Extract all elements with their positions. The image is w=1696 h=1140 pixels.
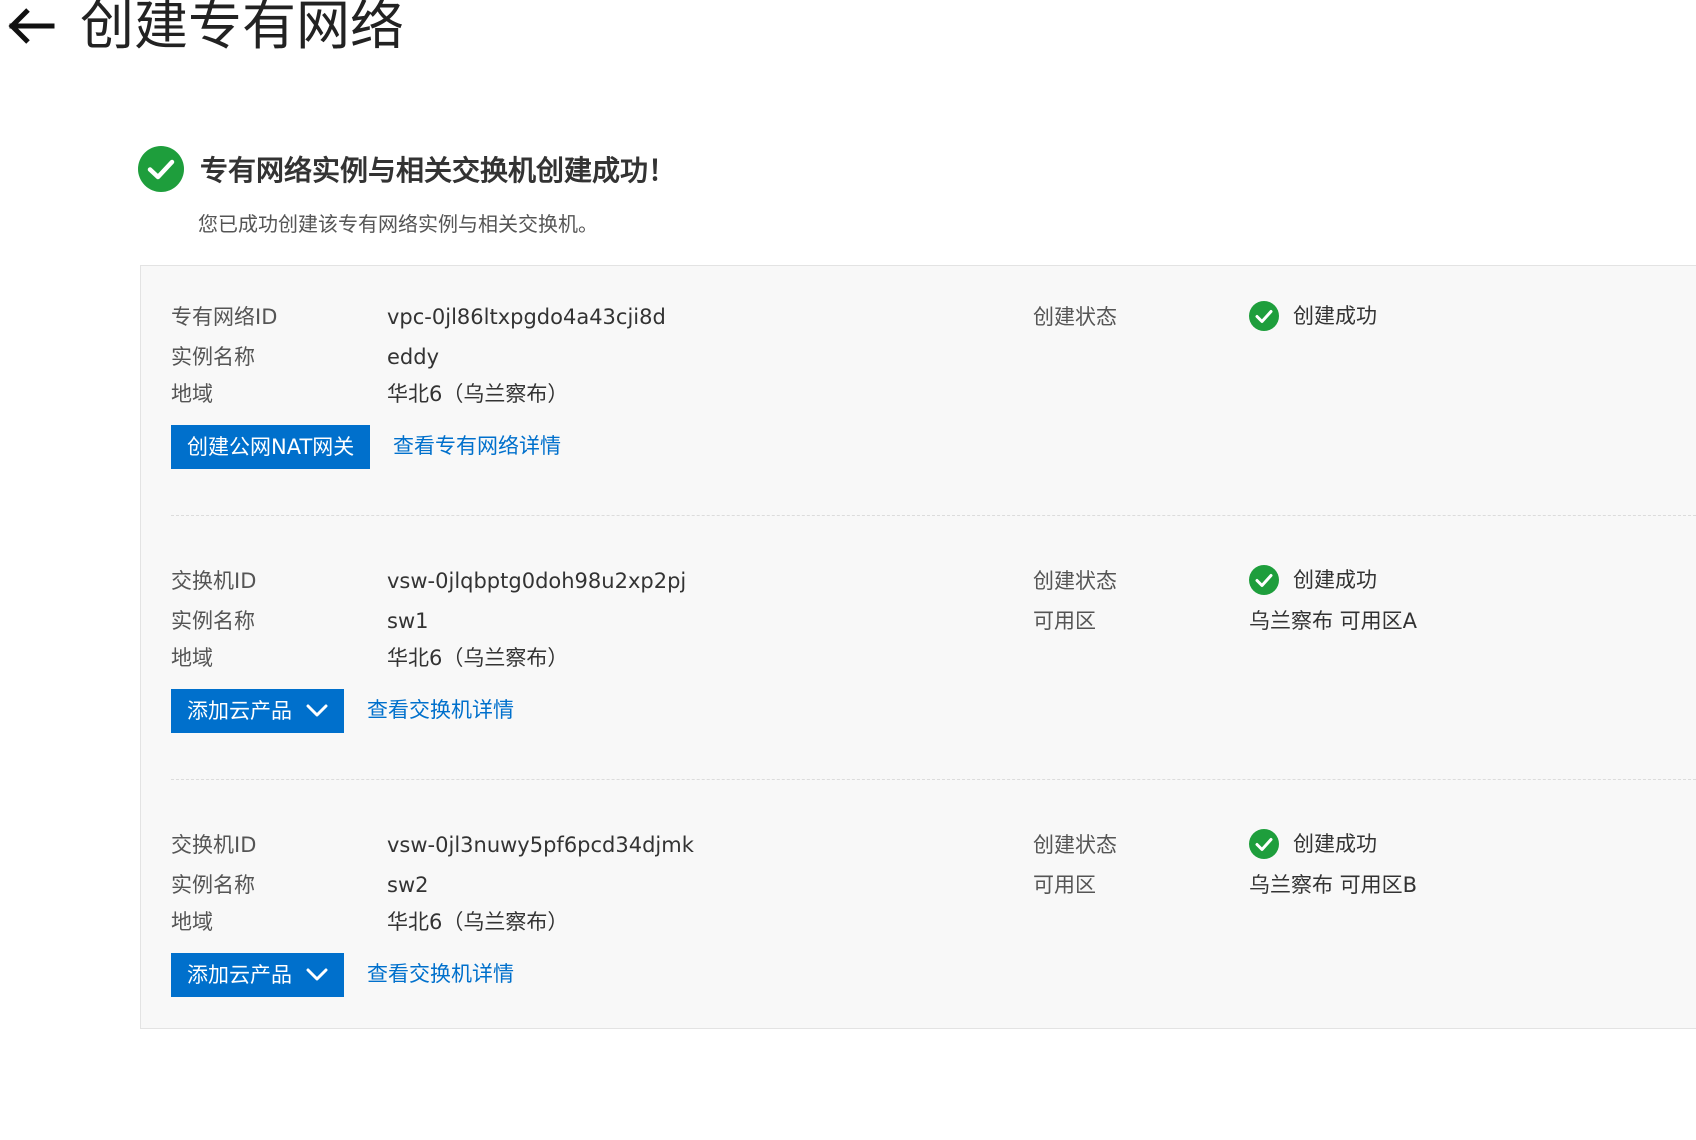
vsw1-status-label: 创建状态 [1033, 569, 1117, 593]
vpc-region-value: 华北6（乌兰察布） [387, 382, 569, 406]
vpc-name-value: eddy [387, 345, 440, 369]
vpc-region-label: 地域 [171, 382, 213, 406]
vpc-status-label: 创建状态 [1033, 305, 1117, 329]
status-success-icon [1249, 565, 1279, 595]
add-cloud-product-label: 添加云产品 [187, 963, 292, 987]
vsw1-region-label: 地域 [171, 646, 213, 670]
view-vswitch-details-link[interactable]: 查看交换机详情 [367, 960, 514, 988]
vsw2-id-label: 交换机ID [171, 833, 257, 857]
vsw1-name-value: sw1 [387, 609, 429, 633]
create-nat-gateway-button[interactable]: 创建公网NAT网关 [171, 425, 371, 469]
vpc-status: 创建成功 [1249, 301, 1377, 331]
vsw2-id-value: vsw-0jl3nuwy5pf6pcd34djmk [387, 833, 694, 857]
success-check-icon [138, 146, 184, 192]
vpc-id-label: 专有网络ID [171, 305, 278, 329]
add-cloud-product-button[interactable]: 添加云产品 [171, 689, 344, 733]
vsw1-id-value: vsw-0jlqbptg0doh98u2xp2pj [387, 569, 687, 593]
success-title: 专有网络实例与相关交换机创建成功！ [200, 154, 677, 187]
back-arrow-icon[interactable] [6, 6, 56, 46]
vsw2-name-label: 实例名称 [171, 873, 255, 897]
page-title: 创建专有网络 [80, 0, 404, 57]
vsw1-id-label: 交换机ID [171, 569, 257, 593]
view-vpc-details-link[interactable]: 查看专有网络详情 [393, 432, 561, 460]
section-divider [171, 779, 1696, 780]
add-cloud-product-label: 添加云产品 [187, 699, 292, 723]
vsw1-status: 创建成功 [1249, 565, 1377, 595]
success-heading: 专有网络实例与相关交换机创建成功！ [138, 146, 676, 192]
vsw1-region-value: 华北6（乌兰察布） [387, 646, 569, 670]
vsw2-status-value: 创建成功 [1293, 832, 1377, 856]
vpc-status-value: 创建成功 [1293, 304, 1377, 328]
vpc-id-value: vpc-0jl86ltxpgdo4a43cji8d [387, 305, 666, 329]
chevron-down-icon [306, 704, 328, 717]
vsw2-name-value: sw2 [387, 873, 429, 897]
vsw2-status: 创建成功 [1249, 829, 1377, 859]
view-vswitch-details-link[interactable]: 查看交换机详情 [367, 696, 514, 724]
vsw1-zone-value: 乌兰察布 可用区A [1249, 609, 1418, 633]
vsw2-status-label: 创建状态 [1033, 833, 1117, 857]
vsw1-zone-label: 可用区 [1033, 609, 1096, 633]
status-success-icon [1249, 829, 1279, 859]
vsw2-region-label: 地域 [171, 910, 213, 934]
chevron-down-icon [306, 968, 328, 981]
result-panel: 专有网络ID vpc-0jl86ltxpgdo4a43cji8d 实例名称 ed… [140, 265, 1696, 1029]
success-description: 您已成功创建该专有网络实例与相关交换机。 [198, 212, 598, 236]
vsw1-name-label: 实例名称 [171, 609, 255, 633]
vsw2-region-value: 华北6（乌兰察布） [387, 910, 569, 934]
vsw1-status-value: 创建成功 [1293, 568, 1377, 592]
vsw2-zone-value: 乌兰察布 可用区B [1249, 873, 1418, 897]
section-divider [171, 515, 1696, 516]
vsw2-zone-label: 可用区 [1033, 873, 1096, 897]
add-cloud-product-button[interactable]: 添加云产品 [171, 953, 344, 997]
vpc-name-label: 实例名称 [171, 345, 255, 369]
status-success-icon [1249, 301, 1279, 331]
